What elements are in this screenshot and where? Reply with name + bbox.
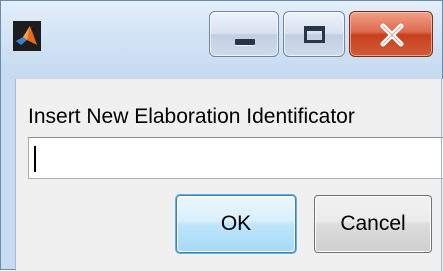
dialog-body: Insert New Elaboration Identificator OK … [15, 79, 443, 271]
identificator-input[interactable] [28, 137, 443, 179]
minimize-button[interactable] [209, 11, 279, 57]
window-border [441, 79, 442, 271]
maximize-button[interactable] [283, 11, 345, 57]
title-bar[interactable] [1, 1, 442, 79]
close-button[interactable] [349, 11, 433, 57]
maximize-icon [304, 26, 325, 43]
cancel-button[interactable]: Cancel [314, 195, 432, 253]
dialog-window: Insert New Elaboration Identificator OK … [0, 0, 443, 271]
text-caret [34, 146, 36, 172]
prompt-label: Insert New Elaboration Identificator [28, 105, 355, 128]
ok-button[interactable]: OK [176, 195, 296, 253]
minimize-icon [235, 39, 255, 45]
matlab-logo-icon[interactable] [13, 21, 41, 51]
close-icon [380, 23, 404, 47]
